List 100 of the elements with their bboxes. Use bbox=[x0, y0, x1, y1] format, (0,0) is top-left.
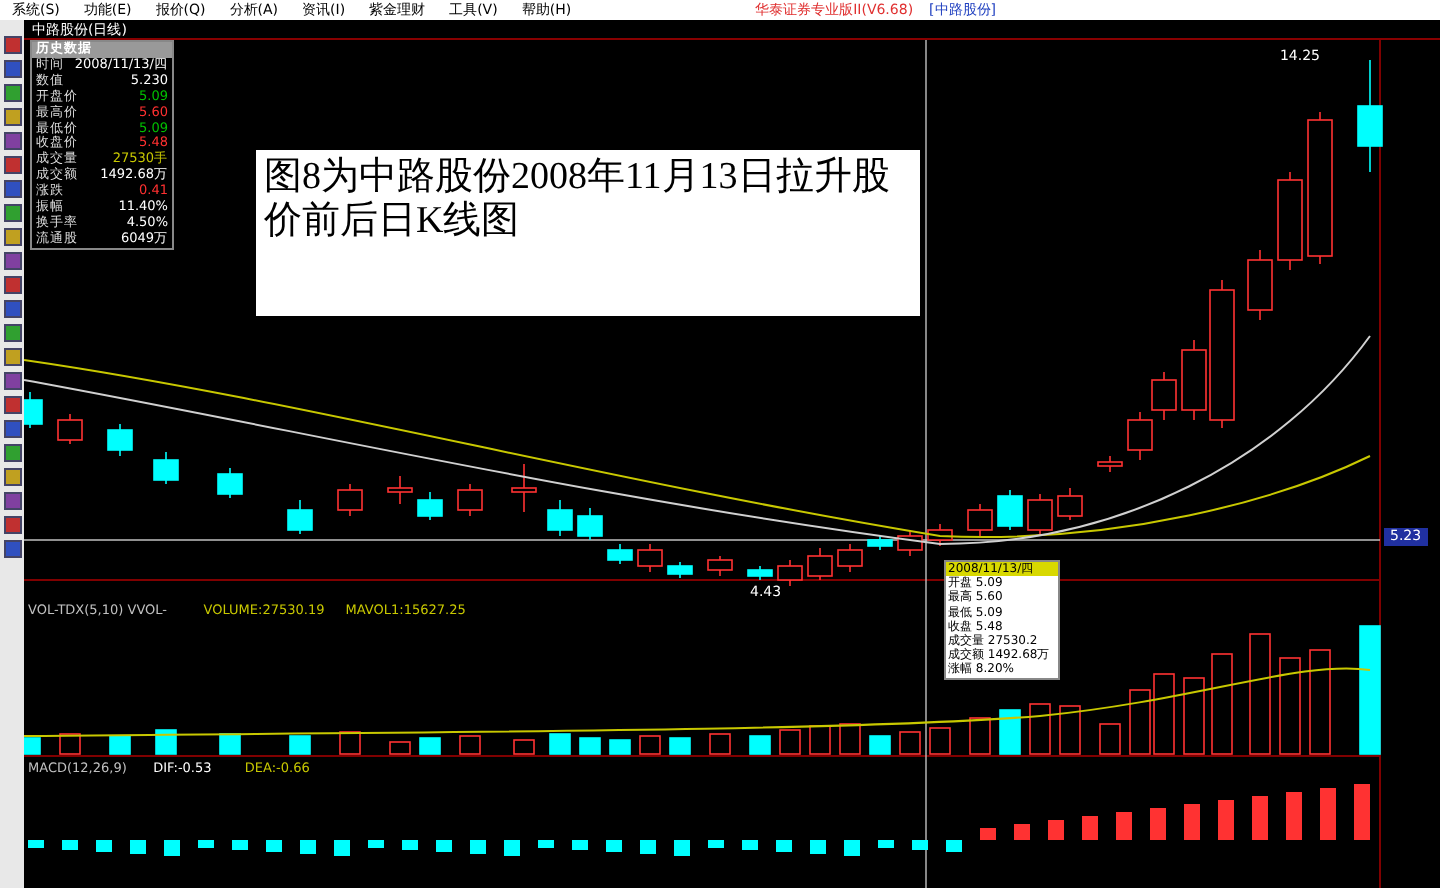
macd-bar bbox=[96, 840, 112, 852]
annotation-text: 图8为中路股份2008年11月13日拉升股价前后日K线图 bbox=[256, 150, 920, 316]
macd-bar bbox=[572, 840, 588, 850]
macd-bar bbox=[742, 840, 758, 850]
macd-bar bbox=[62, 840, 78, 850]
candlestick bbox=[1247, 249, 1273, 321]
candlestick bbox=[457, 483, 483, 517]
macd-bar bbox=[1150, 808, 1166, 840]
volume-bar bbox=[1153, 673, 1175, 755]
candlestick bbox=[1097, 455, 1123, 473]
macd-bar bbox=[198, 840, 214, 848]
candlestick bbox=[607, 543, 633, 565]
macd-bar bbox=[538, 840, 554, 848]
macd-bar bbox=[1286, 792, 1302, 840]
candlestick bbox=[637, 543, 663, 573]
macd-bar bbox=[130, 840, 146, 854]
macd-bar bbox=[1252, 796, 1268, 840]
volume-bar bbox=[1249, 633, 1271, 755]
volume-bar bbox=[549, 733, 571, 755]
candlestick bbox=[807, 547, 833, 581]
volume-bar bbox=[779, 729, 801, 755]
volume-bar bbox=[709, 733, 731, 755]
candlestick bbox=[577, 507, 603, 541]
macd-bar bbox=[1184, 804, 1200, 840]
volume-bar bbox=[389, 741, 411, 755]
macd-bar bbox=[946, 840, 962, 852]
macd-bar bbox=[334, 840, 350, 856]
volume-bar bbox=[869, 735, 891, 755]
candlestick bbox=[667, 561, 693, 579]
candlestick bbox=[1027, 493, 1053, 537]
macd-bar bbox=[912, 840, 928, 850]
volume-bar bbox=[1309, 649, 1331, 755]
volume-bar bbox=[459, 735, 481, 755]
volume-bar bbox=[155, 729, 177, 755]
volume-bar bbox=[639, 735, 661, 755]
volume-bar bbox=[969, 717, 991, 755]
macd-bar bbox=[470, 840, 486, 854]
volume-bar bbox=[1029, 703, 1051, 755]
volume-bar bbox=[669, 737, 691, 755]
macd-bar bbox=[28, 840, 44, 848]
volume-bar bbox=[1129, 689, 1151, 755]
candlestick bbox=[337, 483, 363, 517]
volume-bar bbox=[1359, 625, 1381, 755]
macd-bar bbox=[1082, 816, 1098, 840]
candlestick bbox=[511, 463, 537, 513]
candlestick bbox=[287, 499, 313, 535]
candlestick bbox=[387, 475, 413, 505]
volume-bar bbox=[1211, 653, 1233, 755]
volume-bar bbox=[1059, 705, 1081, 755]
macd-bar bbox=[266, 840, 282, 852]
macd-bar bbox=[980, 828, 996, 840]
candlestick bbox=[547, 499, 573, 537]
volume-bar bbox=[1099, 723, 1121, 755]
macd-bar bbox=[1014, 824, 1030, 840]
volume-bar bbox=[419, 737, 441, 755]
candlestick bbox=[867, 535, 893, 551]
macd-bar bbox=[504, 840, 520, 856]
macd-bar bbox=[368, 840, 384, 848]
candlestick bbox=[1151, 371, 1177, 421]
candlestick bbox=[897, 529, 923, 557]
macd-bar bbox=[1048, 820, 1064, 840]
candlestick bbox=[1057, 487, 1083, 521]
candlestick bbox=[1277, 171, 1303, 271]
volume-bar bbox=[59, 733, 81, 755]
macd-bar bbox=[1354, 784, 1370, 840]
volume-bar bbox=[219, 733, 241, 755]
candlestick bbox=[153, 451, 179, 485]
candlestick bbox=[1357, 59, 1383, 173]
macd-bar bbox=[1116, 812, 1132, 840]
volume-bar bbox=[929, 727, 951, 755]
macd-bar bbox=[640, 840, 656, 854]
macd-bar bbox=[164, 840, 180, 856]
volume-bar bbox=[899, 731, 921, 755]
macd-bar bbox=[1218, 800, 1234, 840]
volume-bar bbox=[999, 709, 1021, 755]
candlestick bbox=[107, 423, 133, 457]
macd-bar bbox=[878, 840, 894, 848]
candlestick bbox=[777, 559, 803, 587]
volume-bar bbox=[809, 725, 831, 755]
macd-bar bbox=[776, 840, 792, 852]
volume-bar bbox=[513, 739, 535, 755]
candlestick bbox=[927, 523, 953, 547]
candlestick bbox=[707, 555, 733, 577]
candlestick bbox=[417, 491, 443, 521]
candlestick bbox=[217, 467, 243, 499]
macd-bar bbox=[402, 840, 418, 850]
volume-bar bbox=[1183, 677, 1205, 755]
candlestick bbox=[997, 489, 1023, 531]
volume-bar bbox=[749, 735, 771, 755]
macd-bar bbox=[708, 840, 724, 848]
candlestick bbox=[967, 503, 993, 537]
candlestick bbox=[1127, 411, 1153, 461]
volume-bar bbox=[609, 739, 631, 755]
macd-bar bbox=[674, 840, 690, 856]
macd-bar bbox=[844, 840, 860, 856]
volume-bar bbox=[839, 723, 861, 755]
macd-bar bbox=[1320, 788, 1336, 840]
candlestick bbox=[747, 565, 773, 581]
candlestick bbox=[837, 543, 863, 573]
macd-bar bbox=[810, 840, 826, 854]
